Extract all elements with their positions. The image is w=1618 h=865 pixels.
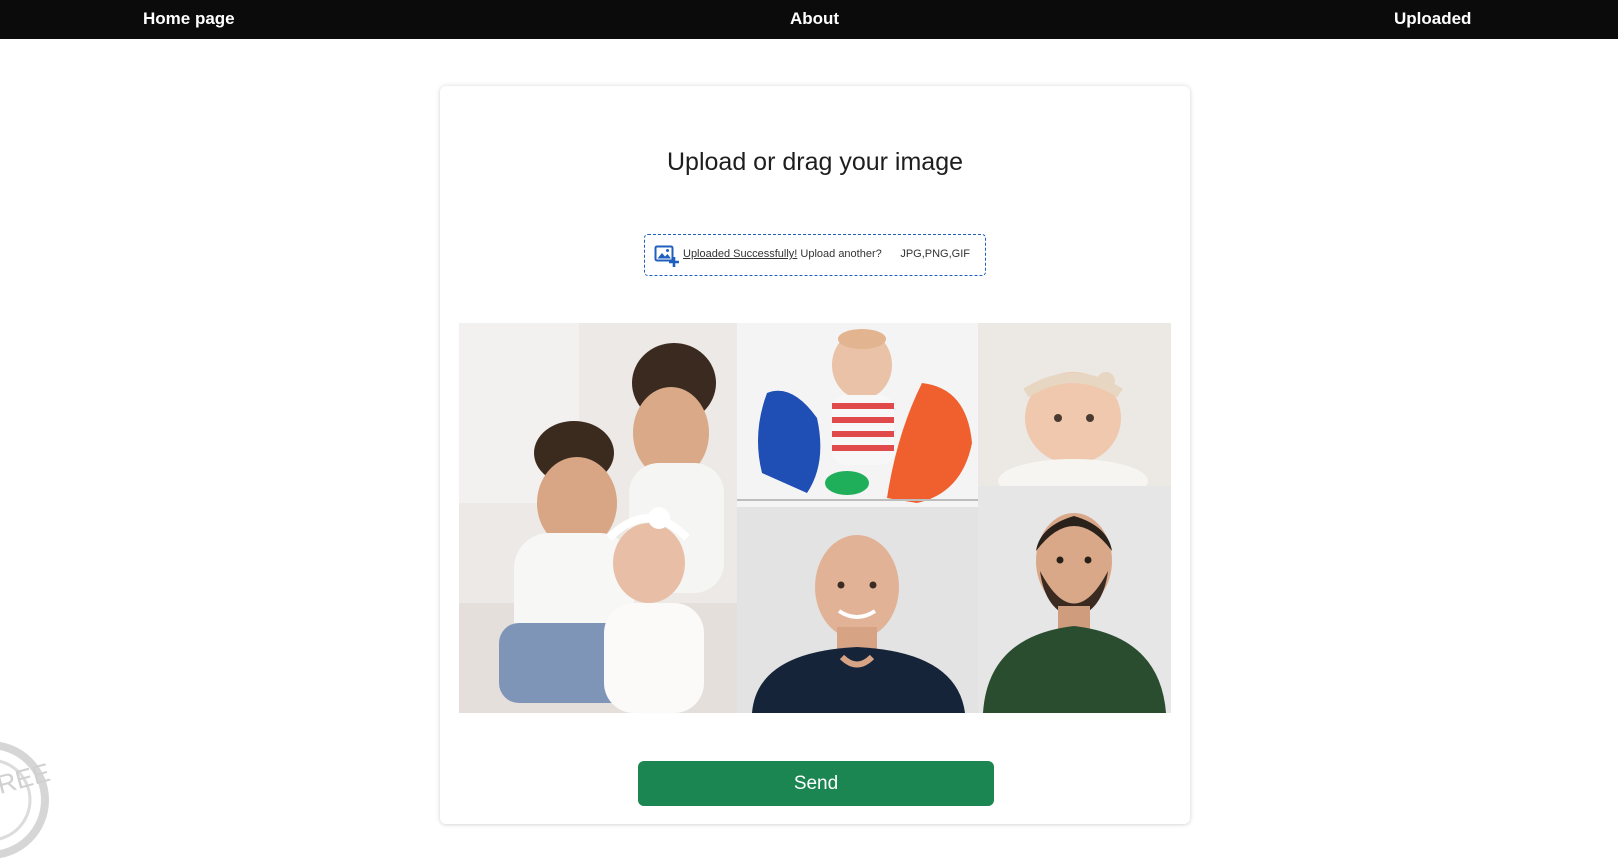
photo-newborn (978, 323, 1171, 486)
send-button[interactable]: Send (638, 761, 994, 806)
upload-success-link[interactable]: Uploaded Successfully! (683, 248, 797, 260)
photo-children (459, 323, 737, 713)
upload-card: Upload or drag your image Uploaded Succe… (440, 86, 1190, 824)
add-image-icon (654, 243, 680, 269)
watermark-stamp: REE (0, 730, 70, 860)
allowed-file-types: JPG,PNG,GIF (900, 248, 970, 260)
photo-baby-clothes (737, 323, 978, 507)
image-preview-collage (459, 323, 1171, 713)
nav-link-about[interactable]: About (790, 9, 839, 29)
nav-link-uploaded[interactable]: Uploaded (1394, 9, 1471, 29)
upload-another-prompt: Upload another? (797, 248, 882, 260)
upload-dropzone[interactable]: Uploaded Successfully! Upload another? J… (644, 234, 986, 276)
dropzone-text: Uploaded Successfully! Upload another? (683, 248, 882, 260)
photo-bearded-man (978, 486, 1171, 713)
upload-title: Upload or drag your image (667, 148, 963, 176)
nav-link-home[interactable]: Home page (143, 9, 235, 29)
top-navigation: Home page About Uploaded (0, 0, 1618, 39)
photo-bald-man (737, 507, 978, 713)
